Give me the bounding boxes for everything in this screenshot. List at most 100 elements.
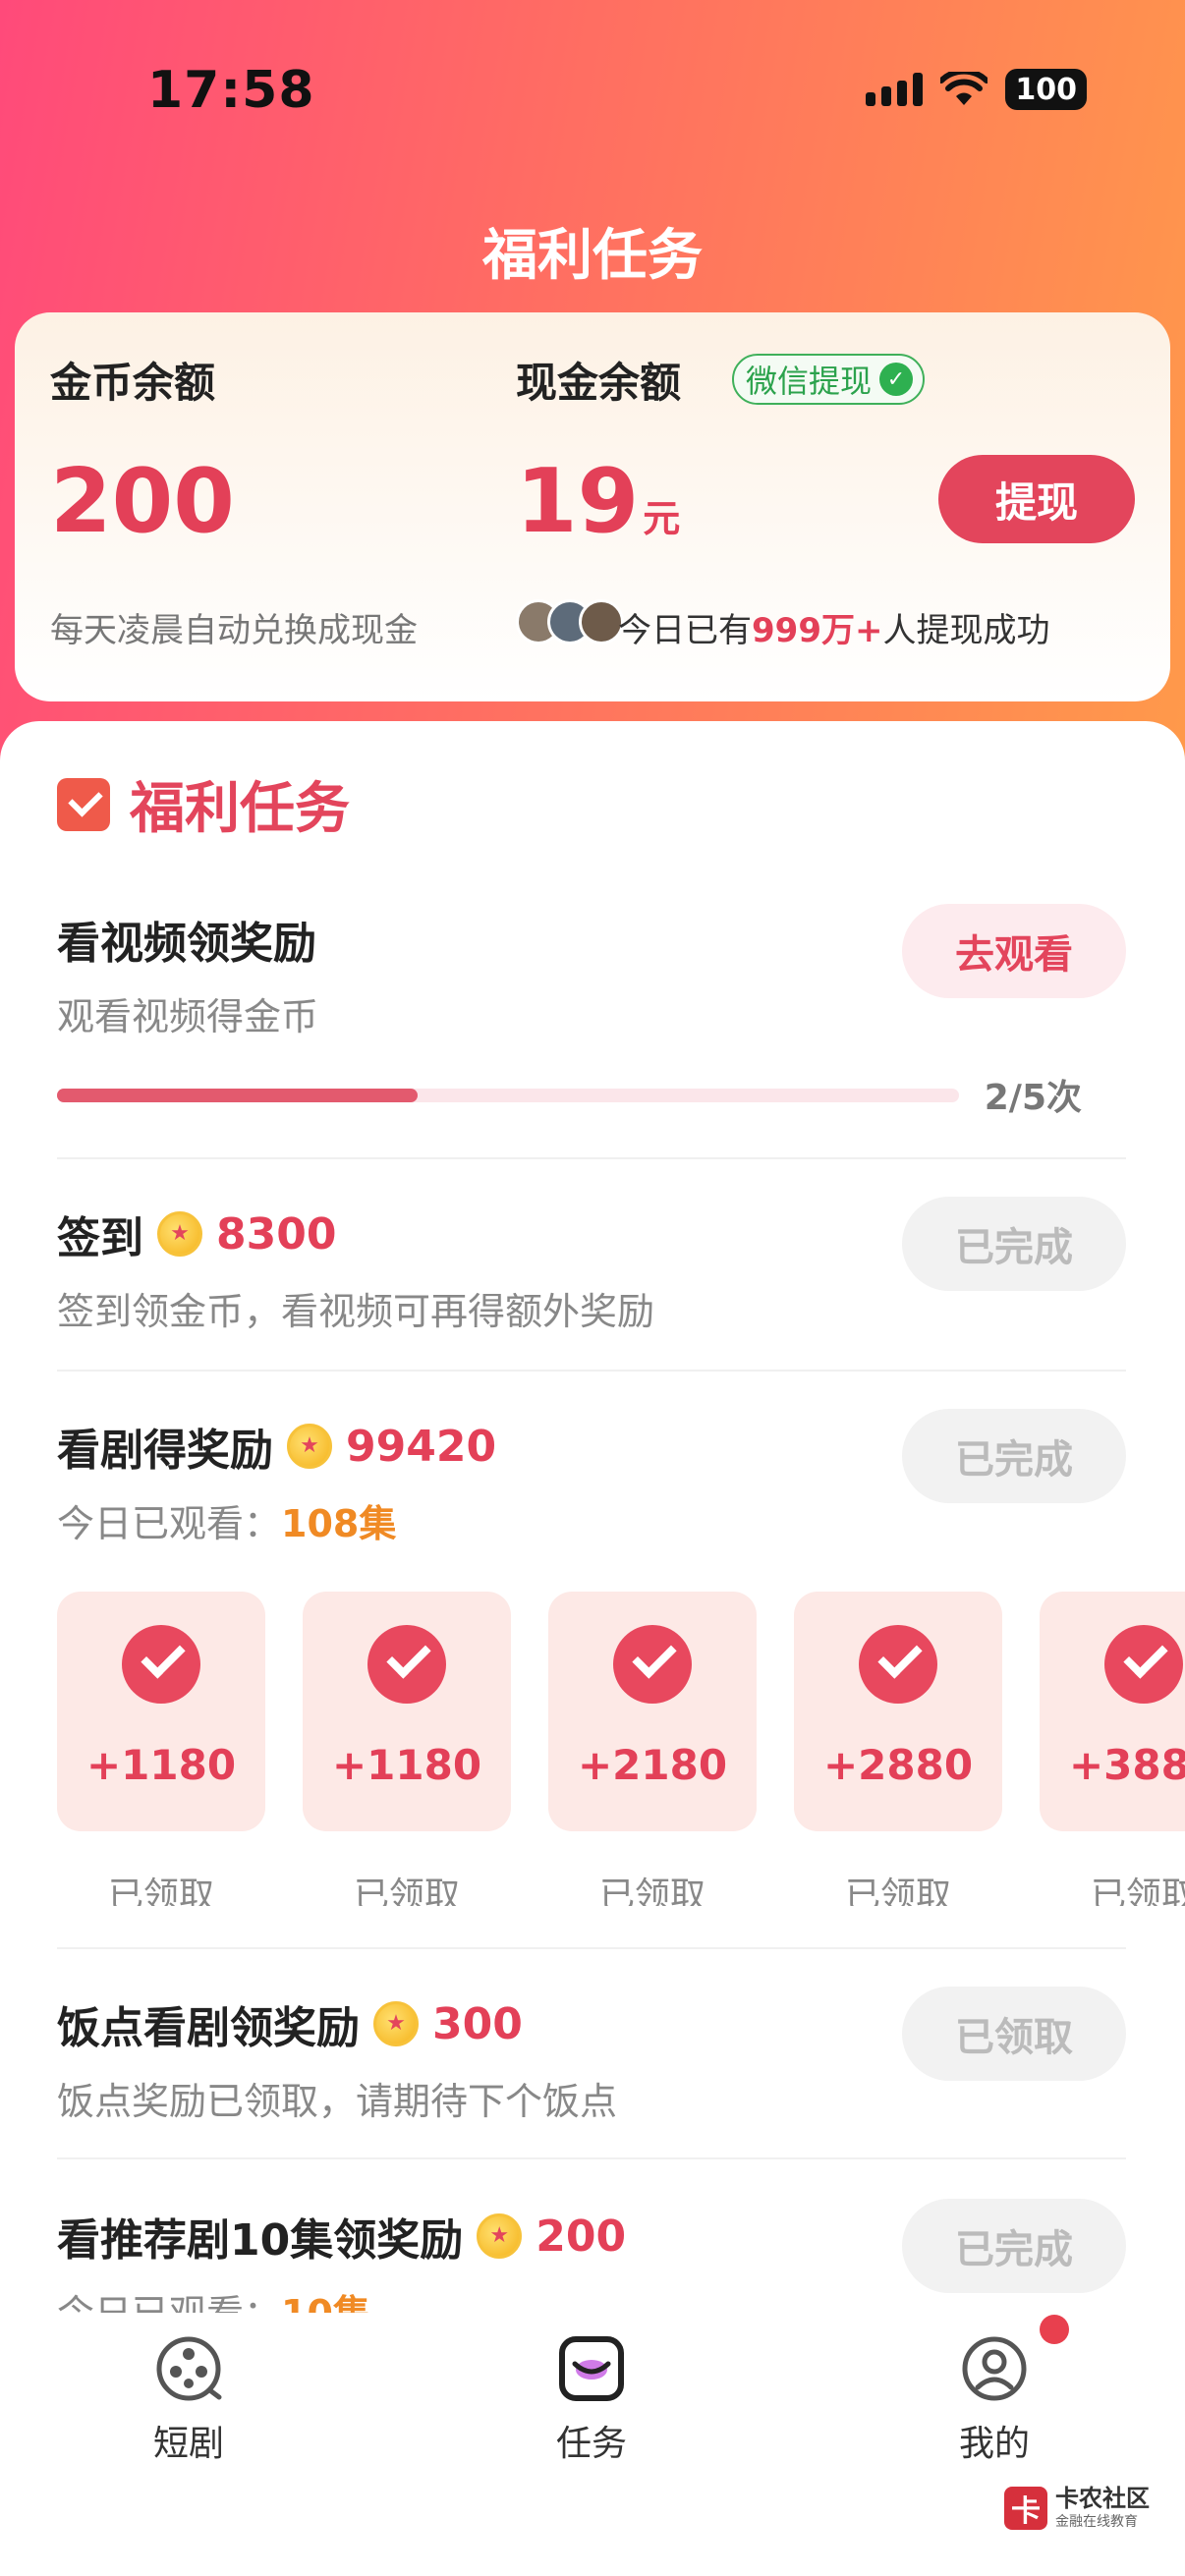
task-subtitle: 饭点奖励已领取，请期待下个饭点	[57, 2080, 618, 2123]
profile-icon	[960, 2334, 1029, 2403]
task-meal-time: 饭点看剧领奖励 300 饭点奖励已领取，请期待下个饭点 已领取	[57, 1987, 1126, 2130]
coin-icon	[287, 1424, 332, 1469]
episode-reward-box: +2180	[548, 1592, 757, 1831]
reward-amount: 99420	[346, 1421, 497, 1472]
episode-reward-card[interactable]: +3880 已领取	[1040, 1592, 1185, 1906]
tab-label: 我的	[958, 2424, 1030, 2464]
watch-drama-button[interactable]: 已完成	[902, 1409, 1126, 1503]
task-icon	[557, 2334, 626, 2403]
user-avatars	[516, 599, 624, 644]
cash-balance-unit: 元	[643, 497, 681, 540]
task-title: 看剧得奖励 99420	[57, 1415, 496, 1478]
task-watch-drama: 看剧得奖励 99420 今日已观看：108集 已完成	[57, 1409, 1126, 1552]
watch-video-button[interactable]: 去观看	[902, 904, 1126, 998]
subtitle-prefix: 今日已观看：	[57, 2292, 281, 2313]
episode-reward-card[interactable]: +2880 已领取	[794, 1592, 1002, 1906]
sign-in-button[interactable]: 已完成	[902, 1197, 1126, 1291]
section-header: 福利任务	[57, 764, 350, 844]
episode-reward-box: +1180	[57, 1592, 265, 1831]
reward-amount: 200	[536, 2211, 627, 2262]
watermark-text: 卡农社区 金融在线教育	[1055, 2486, 1150, 2531]
episode-reward-box: +1180	[303, 1592, 511, 1831]
cash-balance-label: 现金余额	[516, 359, 682, 407]
episode-reward-card[interactable]: +1180 已领取	[303, 1592, 511, 1906]
success-count: 999万+	[752, 611, 883, 650]
wechat-badge-label: 微信提现	[746, 363, 873, 400]
coin-balance-note: 每天凌晨自动兑换成现金	[50, 611, 418, 650]
bottom-tab-bar: 短剧 任务 我的	[0, 2313, 1185, 2576]
task-sign-in: 签到 8300 签到领金币，看视频可再得额外奖励 已完成	[57, 1197, 1126, 1340]
video-progress-fill	[57, 1089, 419, 1102]
episodes-watched: 108集	[281, 1502, 397, 1545]
episode-reward-status: 已领取	[107, 1876, 214, 1906]
task-subtitle: 签到领金币，看视频可再得额外奖励	[57, 1290, 655, 1333]
withdraw-button[interactable]: 提现	[938, 455, 1135, 543]
withdraw-success-text: 今日已有999万+人提现成功	[618, 603, 1049, 651]
watermark-title: 卡农社区	[1055, 2485, 1150, 2512]
task-subtitle: 今日已观看：10集	[57, 2283, 370, 2313]
divider	[57, 1947, 1126, 1949]
tab-short-drama[interactable]: 短剧	[90, 2334, 287, 2466]
recommend-button[interactable]: 已完成	[902, 2199, 1126, 2293]
task-watch-video: 看视频领奖励 观看视频得金币 去观看 2/5次	[57, 904, 1126, 1118]
task-title-text: 看剧得奖励	[57, 1426, 273, 1476]
wechat-withdraw-badge: 微信提现 ✓	[732, 354, 926, 405]
task-title-text: 签到	[57, 1213, 143, 1263]
tab-profile[interactable]: 我的	[896, 2334, 1093, 2466]
episode-reward-box: +2880	[794, 1592, 1002, 1831]
video-progress-bar	[57, 1089, 959, 1102]
coin-balance-value: 200	[50, 450, 235, 553]
reward-amount: 8300	[216, 1208, 337, 1260]
battery-icon: 100	[1005, 69, 1087, 110]
episode-reward-card[interactable]: +2180 已领取	[548, 1592, 757, 1906]
wechat-icon: ✓	[879, 363, 914, 396]
status-time: 17:58	[147, 61, 315, 120]
episode-reward-status: 已领取	[353, 1876, 460, 1906]
video-progress-label: 2/5次	[984, 1078, 1082, 1118]
watermark-logo-icon: 卡	[1004, 2487, 1047, 2531]
success-prefix: 今日已有	[618, 611, 752, 650]
divider	[57, 1370, 1126, 1372]
episodes-watched: 10集	[281, 2292, 370, 2313]
task-title-text: 看推荐剧10集领奖励	[57, 2215, 464, 2266]
signal-icon	[866, 73, 924, 106]
check-icon	[122, 1625, 200, 1704]
episode-reward-amount: +3880	[1068, 1741, 1185, 1789]
task-subtitle: 观看视频得金币	[57, 995, 319, 1038]
coin-icon	[477, 2213, 523, 2259]
tab-tasks[interactable]: 任务	[493, 2334, 690, 2466]
subtitle-prefix: 今日已观看：	[57, 1502, 282, 1545]
notification-dot	[1040, 2315, 1069, 2344]
check-icon	[859, 1625, 937, 1704]
episode-reward-row: +1180 已领取 +1180 已领取 +2180 已领取 +2880 已领取 …	[57, 1592, 1185, 1906]
task-title: 饭点看剧领奖励 300	[57, 1992, 523, 2055]
episode-reward-box: +3880	[1040, 1592, 1185, 1831]
tab-label: 短剧	[152, 2424, 224, 2464]
cash-balance-value: 19	[516, 450, 640, 553]
task-title: 签到 8300	[57, 1203, 336, 1265]
meal-time-button[interactable]: 已领取	[902, 1987, 1126, 2081]
cash-balance: 19 元	[516, 450, 680, 553]
episode-reward-status: 已领取	[598, 1876, 705, 1906]
film-reel-icon	[154, 2334, 223, 2403]
wifi-icon	[940, 72, 988, 105]
tab-label: 任务	[555, 2424, 627, 2464]
watermark: 卡 卡农社区 金融在线教育	[1004, 2486, 1150, 2531]
watermark-subtitle: 金融在线教育	[1055, 2514, 1138, 2531]
divider	[57, 1157, 1126, 1159]
episode-reward-amount: +2180	[577, 1741, 728, 1789]
divider	[57, 2157, 1126, 2159]
balance-card: 金币余额 200 每天凌晨自动兑换成现金 现金余额 微信提现 ✓ 19 元 提现 …	[15, 312, 1170, 701]
task-title-text: 饭点看剧领奖励	[57, 2003, 360, 2053]
status-bar: 17:58 100	[0, 0, 1185, 187]
episode-reward-card[interactable]: +1180 已领取	[57, 1592, 265, 1906]
task-title: 看推荐剧10集领奖励 200	[57, 2205, 626, 2268]
task-panel: 福利任务 看视频领奖励 观看视频得金币 去观看 2/5次 签到 8300 签到领…	[0, 721, 1185, 2313]
episode-reward-status: 已领取	[844, 1876, 951, 1906]
task-title: 看视频领奖励	[57, 919, 316, 969]
reward-amount: 300	[432, 1998, 523, 2049]
check-icon	[1104, 1625, 1183, 1704]
episode-reward-amount: +1180	[331, 1741, 482, 1789]
task-check-icon	[57, 777, 110, 831]
section-title: 福利任务	[130, 777, 350, 841]
